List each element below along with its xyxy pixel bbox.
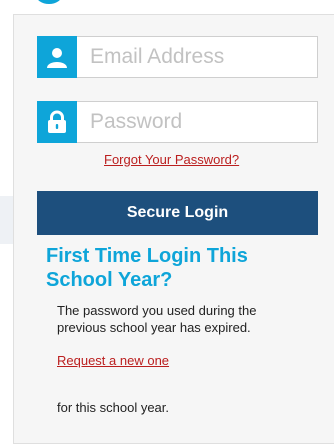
logo-fragment [36,0,62,4]
school-year-text: for this school year. [57,400,169,415]
first-time-heading: First Time Login This School Year? [46,245,248,291]
request-new-password-link[interactable]: Request a new one [57,353,169,368]
password-field [37,101,318,143]
secure-login-button[interactable]: Secure Login [37,191,318,235]
lock-icon [37,101,77,143]
password-expired-message: The password you used during the previou… [57,303,257,335]
forgot-password-link[interactable]: Forgot Your Password? [104,152,239,167]
email-input[interactable] [78,37,314,77]
password-input[interactable] [78,102,314,142]
background-stripe [0,196,13,244]
user-icon [37,36,77,78]
email-field [37,36,318,78]
